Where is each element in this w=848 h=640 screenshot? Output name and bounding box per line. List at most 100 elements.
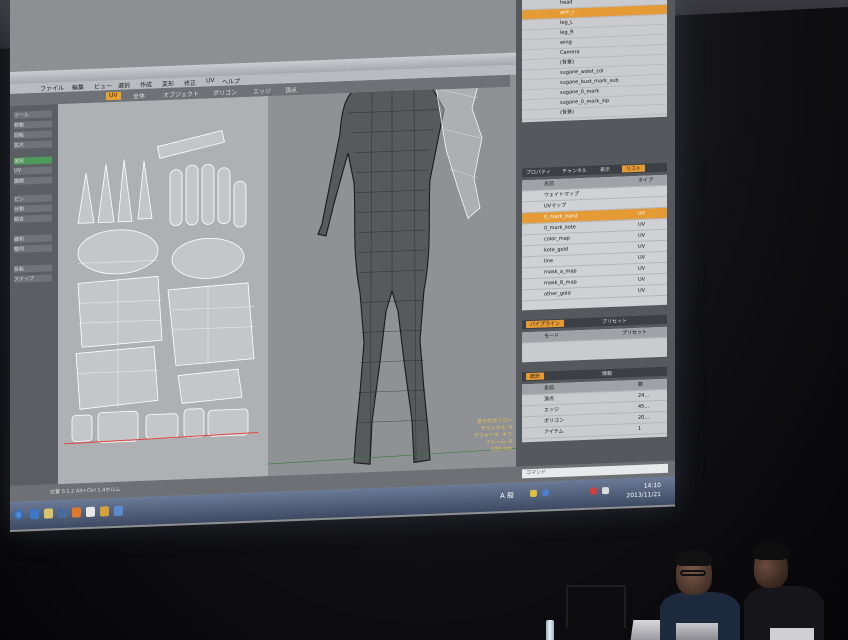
- app-icon[interactable]: [100, 506, 109, 517]
- column-header-count: 数: [638, 381, 644, 388]
- stage-monitor: [566, 585, 626, 633]
- tool-button[interactable]: 選択: [14, 156, 52, 165]
- statistics-list[interactable]: 名前 数 頂点 24... エッジ 45... ポリゴン 20... アイテム 1: [522, 378, 667, 443]
- column-header-mode: モード: [544, 332, 560, 340]
- tool-button[interactable]: ツール: [14, 110, 52, 119]
- stats-name: エッジ: [544, 406, 560, 414]
- column-header-name: 名前: [544, 181, 555, 188]
- toolbar-button[interactable]: 頂点: [282, 85, 300, 94]
- tray-icon[interactable]: [530, 489, 537, 498]
- uv-map-name: mask_8_map: [544, 279, 577, 287]
- command-input[interactable]: コマンド: [522, 463, 668, 479]
- stats-name: ポリゴン: [544, 417, 565, 425]
- tool-button[interactable]: 緩和: [14, 234, 52, 243]
- media-icon[interactable]: [58, 507, 67, 519]
- uv-layout-drawing: [63, 130, 259, 445]
- tool-button[interactable]: 移動: [14, 120, 52, 129]
- projected-screen: ファイル 編集 ビュー 選択 作成 変形 修正 UV ヘルプ UV 全体 オブジ…: [10, 0, 675, 533]
- laptop: [770, 628, 814, 640]
- tool-button[interactable]: 結合: [14, 214, 52, 223]
- toolbar-button[interactable]: ポリゴン: [210, 87, 240, 97]
- viewport-info-overlay: 全てのポリゴン チャンネル: 0 デフォーマ: オフ フレーム: 0 100 m…: [474, 418, 512, 454]
- water-bottle: [546, 620, 554, 640]
- uv-map-type: UV: [638, 210, 646, 217]
- tool-button[interactable]: 拡大: [14, 140, 52, 149]
- start-button-icon[interactable]: [14, 509, 23, 520]
- uv-map-name: UVマップ: [544, 202, 567, 210]
- uv-map-name: 0_mark_hand: [544, 213, 578, 221]
- tool-button[interactable]: 回転: [14, 130, 52, 139]
- uv-map-list[interactable]: 名前 タイプ ウェイトマップ UVマップ 0_mark_hand UV 0_mark_k…: [522, 174, 667, 311]
- tab-pipeline[interactable]: パイプライン: [526, 319, 565, 329]
- tab-info[interactable]: 情報: [602, 370, 612, 377]
- viewport-info-line: チャンネル: 0: [480, 424, 512, 432]
- uv-map-name: other_gold: [544, 290, 571, 298]
- viewport-info-line: 100 mm: [491, 445, 512, 453]
- explorer-icon[interactable]: [30, 508, 39, 520]
- tab-properties[interactable]: プロパティ: [526, 168, 551, 176]
- ime-indicator[interactable]: A 般: [500, 491, 514, 502]
- toolbar-button[interactable]: オブジェクト: [160, 89, 202, 99]
- app-icon[interactable]: [86, 506, 95, 518]
- volume-icon[interactable]: [602, 486, 609, 495]
- uv-map-name: mask_a_map: [544, 268, 577, 276]
- uv-map-type: UV: [638, 243, 646, 250]
- tool-button[interactable]: UV: [14, 166, 52, 175]
- system-clock[interactable]: 14:10 2013/11/21: [626, 481, 661, 500]
- toolbar-button[interactable]: 全体: [130, 91, 148, 100]
- uv-map-name: line: [544, 258, 554, 265]
- uv-map-type: UV: [638, 254, 646, 261]
- glasses: [680, 570, 706, 576]
- tab-presets[interactable]: プリセット: [602, 317, 627, 325]
- uv-map-type: UV: [638, 221, 646, 228]
- presenter-hair: [676, 550, 712, 566]
- menu-item[interactable]: UV: [206, 77, 215, 84]
- column-header-name: 名前: [544, 385, 555, 392]
- uv-map-type: UV: [638, 265, 646, 272]
- toolbar-uv-tab[interactable]: UV: [106, 91, 121, 101]
- clock-date: 2013/11/21: [626, 490, 661, 500]
- tab-display[interactable]: 表示: [600, 166, 610, 173]
- toolbar-button[interactable]: エッジ: [250, 86, 274, 96]
- laptop: [676, 623, 718, 640]
- left-tool-palette: ツール 移動 回転 拡大 選択 UV 展開 ピン 分割 結合 緩和 整列 反転 …: [10, 104, 58, 486]
- stats-value: 20...: [638, 414, 650, 421]
- help-icon[interactable]: [542, 489, 549, 497]
- viewport-info-line: フレーム: 0: [485, 438, 512, 446]
- tool-button[interactable]: ピン: [14, 194, 52, 203]
- item-list[interactable]: meshheadarm_rleg_Lleg_RwingCamera(背景)sug…: [522, 0, 667, 123]
- menu-item[interactable]: 編集: [72, 82, 84, 91]
- tool-button[interactable]: 分割: [14, 204, 52, 213]
- uv-map-name: ウェイトマップ: [544, 191, 580, 199]
- tool-button[interactable]: 整列: [14, 244, 52, 253]
- stats-value: 24...: [638, 392, 650, 399]
- stats-value: 45...: [638, 403, 650, 410]
- uv-map-name: kote_gold: [544, 246, 569, 254]
- uv-map-type: UV: [638, 276, 646, 283]
- stats-name: アイテム: [544, 428, 564, 436]
- tab-list[interactable]: リスト: [622, 164, 646, 173]
- right-properties-panel: meshheadarm_rleg_Lleg_RwingCamera(背景)sug…: [516, 0, 675, 481]
- stats-name: 頂点: [544, 396, 555, 403]
- pipeline-list[interactable]: モード プリセット: [522, 326, 667, 363]
- tray-icon[interactable]: [590, 487, 597, 495]
- presenter-hair: [752, 542, 790, 560]
- status-text: 位置 0.1.2 Alt+Ctrl 1.4ホルム: [50, 486, 121, 496]
- tool-button[interactable]: スナップ: [14, 274, 52, 283]
- uv-map-name: 0_mark_kote: [544, 224, 576, 232]
- column-header-preset: プリセット: [622, 329, 648, 337]
- tab-channels[interactable]: チャンネル: [562, 167, 587, 175]
- tool-button[interactable]: 反転: [14, 264, 52, 273]
- stats-value: 1: [638, 425, 642, 432]
- folder-icon[interactable]: [44, 508, 53, 519]
- wireframe-character-model: [267, 0, 517, 465]
- uv-map-type: UV: [638, 287, 646, 294]
- tool-button[interactable]: 展開: [14, 176, 52, 185]
- 3d-viewport[interactable]: 全てのポリゴン チャンネル: 0 デフォーマ: オフ フレーム: 0 100 m…: [267, 0, 517, 477]
- app-icon[interactable]: [114, 505, 123, 517]
- uv-editor-viewport[interactable]: [58, 96, 268, 485]
- column-header-type: タイプ: [638, 177, 654, 184]
- app-icon[interactable]: [72, 507, 81, 518]
- pipeline-header: モード プリセット: [522, 326, 667, 344]
- tab-statistics[interactable]: 統計: [526, 372, 545, 381]
